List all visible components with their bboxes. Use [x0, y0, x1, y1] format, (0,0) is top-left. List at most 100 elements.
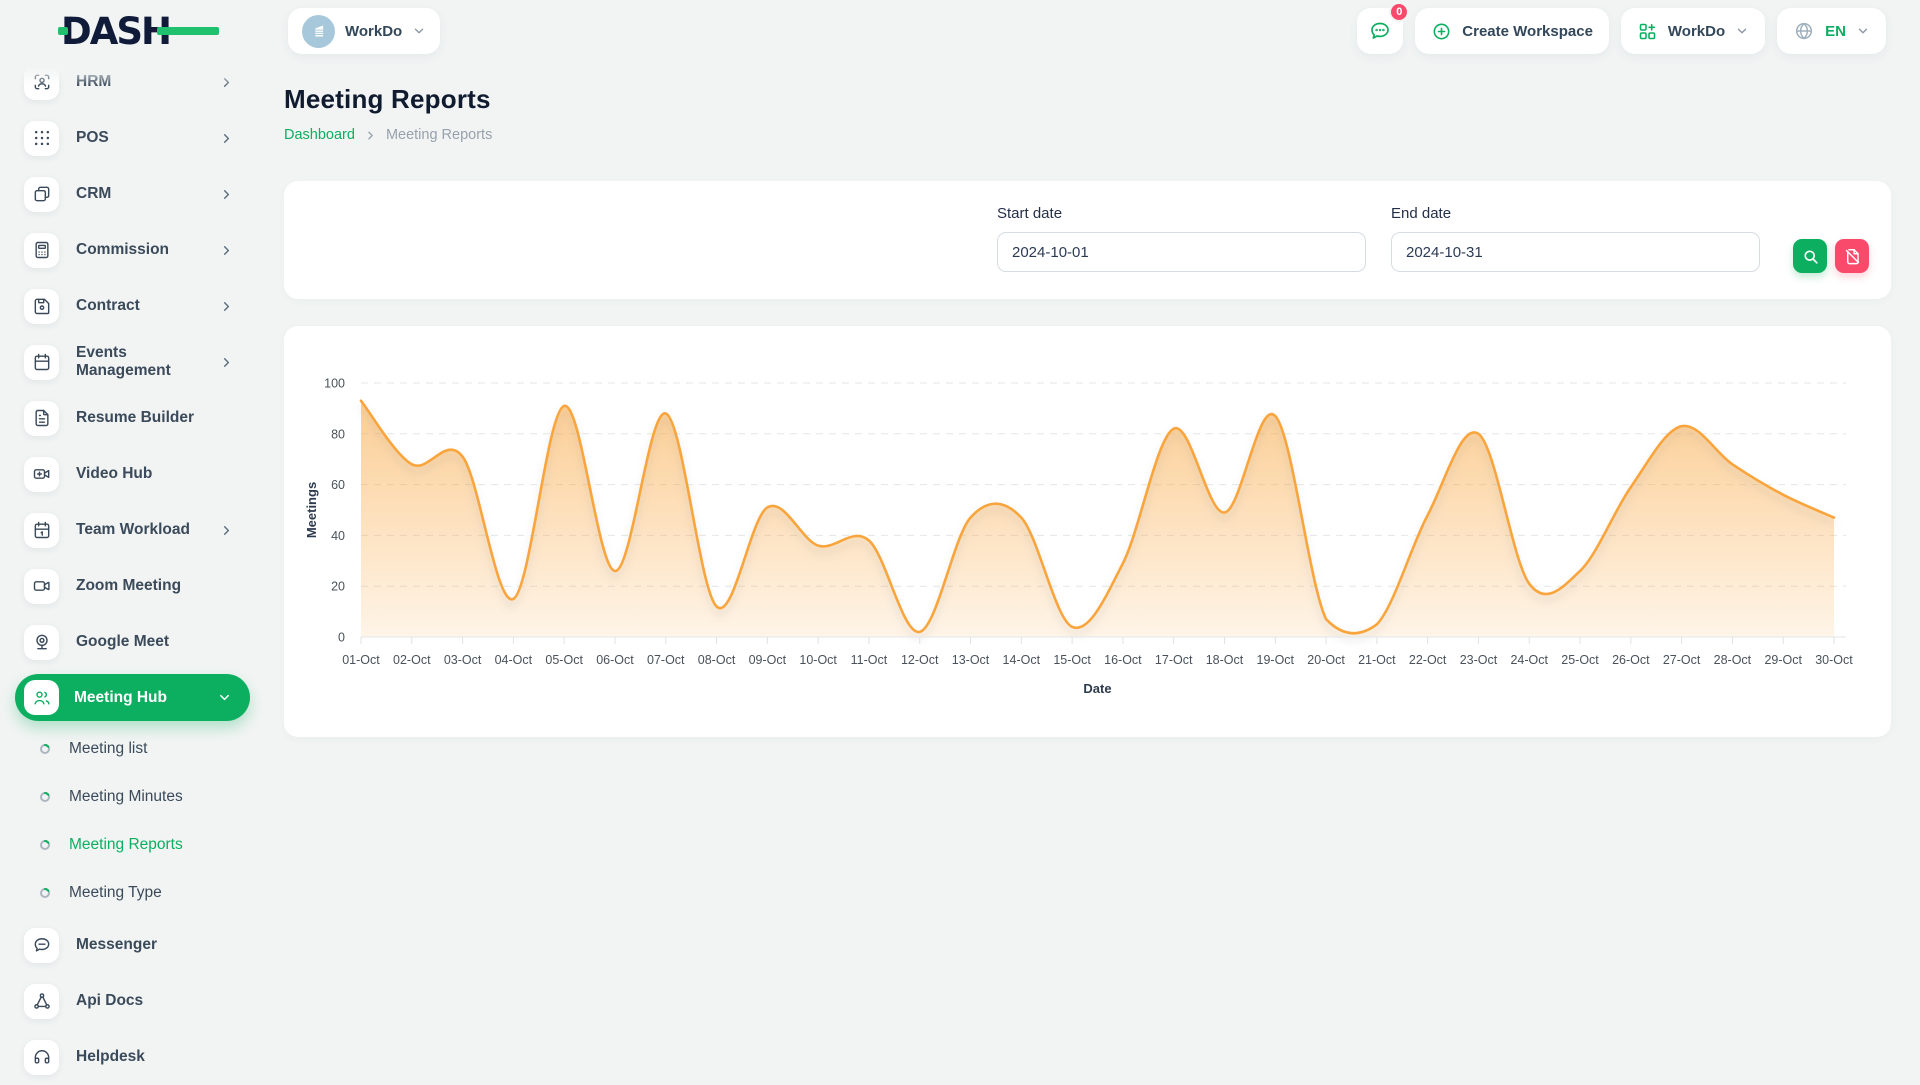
- sidebar-item-messenger[interactable]: Messenger: [24, 917, 238, 973]
- workspace-name: WorkDo: [345, 23, 402, 40]
- page-title: Meeting Reports: [284, 84, 1891, 115]
- file-off-icon: [1843, 247, 1862, 266]
- svg-text:09-Oct: 09-Oct: [749, 653, 787, 667]
- meetings-area-chart: 02040608010001-Oct02-Oct03-Oct04-Oct05-O…: [300, 352, 1875, 732]
- api-docs-icon: [24, 984, 59, 1019]
- chat-bubble-icon: [1368, 19, 1392, 43]
- messages-button[interactable]: 0: [1357, 8, 1403, 54]
- create-workspace-button[interactable]: Create Workspace: [1415, 8, 1609, 54]
- svg-text:17-Oct: 17-Oct: [1155, 653, 1193, 667]
- svg-text:10-Oct: 10-Oct: [799, 653, 837, 667]
- svg-text:23-Oct: 23-Oct: [1460, 653, 1498, 667]
- svg-text:11-Oct: 11-Oct: [851, 653, 888, 667]
- plus-circle-icon: [1431, 21, 1452, 42]
- svg-text:05-Oct: 05-Oct: [545, 653, 583, 667]
- svg-text:21-Oct: 21-Oct: [1358, 653, 1396, 667]
- breadcrumb-current: Meeting Reports: [386, 127, 492, 143]
- chevron-right-icon: [219, 187, 234, 202]
- svg-text:20: 20: [331, 580, 345, 594]
- sidebar-item-label: Api Docs: [76, 992, 143, 1010]
- sidebar-item-label: Meeting Hub: [74, 689, 167, 707]
- svg-text:04-Oct: 04-Oct: [495, 653, 533, 667]
- svg-text:07-Oct: 07-Oct: [647, 653, 685, 667]
- svg-text:100: 100: [324, 377, 345, 391]
- helpdesk-icon: [24, 1040, 59, 1075]
- svg-text:22-Oct: 22-Oct: [1409, 653, 1447, 667]
- sidebar-subitem-meeting-minutes[interactable]: Meeting Minutes: [24, 773, 238, 821]
- start-date-label: Start date: [997, 205, 1366, 222]
- globe-icon: [1793, 20, 1815, 42]
- events-icon: [24, 345, 59, 380]
- sidebar-item-events-management[interactable]: Events Management: [24, 334, 238, 390]
- building-icon: [302, 15, 335, 48]
- sidebar-item-video-hub[interactable]: Video Hub: [24, 446, 238, 502]
- svg-text:06-Oct: 06-Oct: [596, 653, 634, 667]
- sidebar-item-helpdesk[interactable]: Helpdesk: [24, 1029, 238, 1085]
- progress-ring-icon: [39, 839, 51, 851]
- sidebar-item-label: HRM: [76, 73, 111, 91]
- reset-button[interactable]: [1835, 239, 1869, 273]
- sidebar-item-label: Team Workload: [76, 521, 190, 539]
- sidebar-subitem-label: Meeting Type: [69, 884, 162, 902]
- sidebar-item-crm[interactable]: CRM: [24, 166, 238, 222]
- sidebar-item-label: Messenger: [76, 936, 157, 954]
- user-menu[interactable]: WorkDo: [1621, 8, 1765, 54]
- sidebar-subitem-meeting-list[interactable]: Meeting list: [24, 725, 238, 773]
- progress-ring-icon: [39, 791, 51, 803]
- logo-accent-bar: [157, 27, 219, 35]
- sidebar-item-team-workload[interactable]: Team Workload: [24, 502, 238, 558]
- workspace-selector[interactable]: WorkDo: [288, 8, 440, 54]
- sidebar-item-label: Contract: [76, 297, 140, 315]
- chevron-right-icon: [219, 131, 234, 146]
- header-actions: 0 Create Workspace WorkDo EN: [1357, 8, 1886, 54]
- sidebar-item-contract[interactable]: Contract: [24, 278, 238, 334]
- end-date-group: End date: [1391, 205, 1760, 272]
- sidebar-item-label: Helpdesk: [76, 1048, 145, 1066]
- sidebar-item-hrm[interactable]: HRM: [24, 54, 238, 110]
- pos-icon: [24, 121, 59, 156]
- sidebar-item-label: Video Hub: [76, 465, 152, 483]
- svg-text:20-Oct: 20-Oct: [1307, 653, 1345, 667]
- sidebar-item-google-meet[interactable]: Google Meet: [24, 614, 238, 670]
- sidebar-item-pos[interactable]: POS: [24, 110, 238, 166]
- main-content: Meeting Reports Dashboard Meeting Report…: [284, 62, 1891, 737]
- end-date-label: End date: [1391, 205, 1760, 222]
- chevron-right-icon: [219, 523, 234, 538]
- sidebar-item-meeting-hub[interactable]: Meeting Hub: [15, 674, 250, 721]
- sidebar-item-commission[interactable]: Commission: [24, 222, 238, 278]
- svg-text:19-Oct: 19-Oct: [1257, 653, 1295, 667]
- breadcrumb-dashboard-link[interactable]: Dashboard: [284, 127, 355, 143]
- svg-text:18-Oct: 18-Oct: [1206, 653, 1244, 667]
- svg-text:29-Oct: 29-Oct: [1764, 653, 1802, 667]
- video-hub-icon: [24, 457, 59, 492]
- end-date-input[interactable]: [1391, 232, 1760, 272]
- language-selector[interactable]: EN: [1777, 8, 1886, 54]
- chevron-down-icon: [217, 690, 232, 705]
- svg-text:26-Oct: 26-Oct: [1612, 653, 1650, 667]
- sidebar-item-label: CRM: [76, 185, 111, 203]
- start-date-input[interactable]: [997, 232, 1366, 272]
- sidebar-nav: HRM POS CRM Commission Contract Events M…: [0, 62, 262, 1080]
- svg-text:60: 60: [331, 478, 345, 492]
- app-logo[interactable]: DASH: [61, 10, 211, 53]
- sidebar-subitem-meeting-reports[interactable]: Meeting Reports: [24, 821, 238, 869]
- sidebar-item-zoom-meeting[interactable]: Zoom Meeting: [24, 558, 238, 614]
- svg-text:80: 80: [331, 427, 345, 441]
- sidebar-item-api-docs[interactable]: Api Docs: [24, 973, 238, 1029]
- svg-text:08-Oct: 08-Oct: [698, 653, 736, 667]
- sidebar-item-label: POS: [76, 129, 109, 147]
- svg-text:28-Oct: 28-Oct: [1714, 653, 1752, 667]
- breadcrumb: Dashboard Meeting Reports: [284, 127, 1891, 143]
- zoom-meeting-icon: [24, 569, 59, 604]
- chevron-down-icon: [412, 24, 426, 38]
- svg-text:30-Oct: 30-Oct: [1815, 653, 1853, 667]
- svg-text:01-Oct: 01-Oct: [342, 653, 380, 667]
- svg-text:0: 0: [338, 631, 345, 645]
- chevron-right-icon: [219, 299, 234, 314]
- sidebar-subitem-meeting-type[interactable]: Meeting Type: [24, 869, 238, 917]
- svg-text:13-Oct: 13-Oct: [952, 653, 990, 667]
- sidebar-item-resume-builder[interactable]: Resume Builder: [24, 390, 238, 446]
- search-button[interactable]: [1793, 239, 1827, 273]
- search-icon: [1801, 247, 1820, 266]
- sidebar-subitem-label: Meeting Minutes: [69, 788, 183, 806]
